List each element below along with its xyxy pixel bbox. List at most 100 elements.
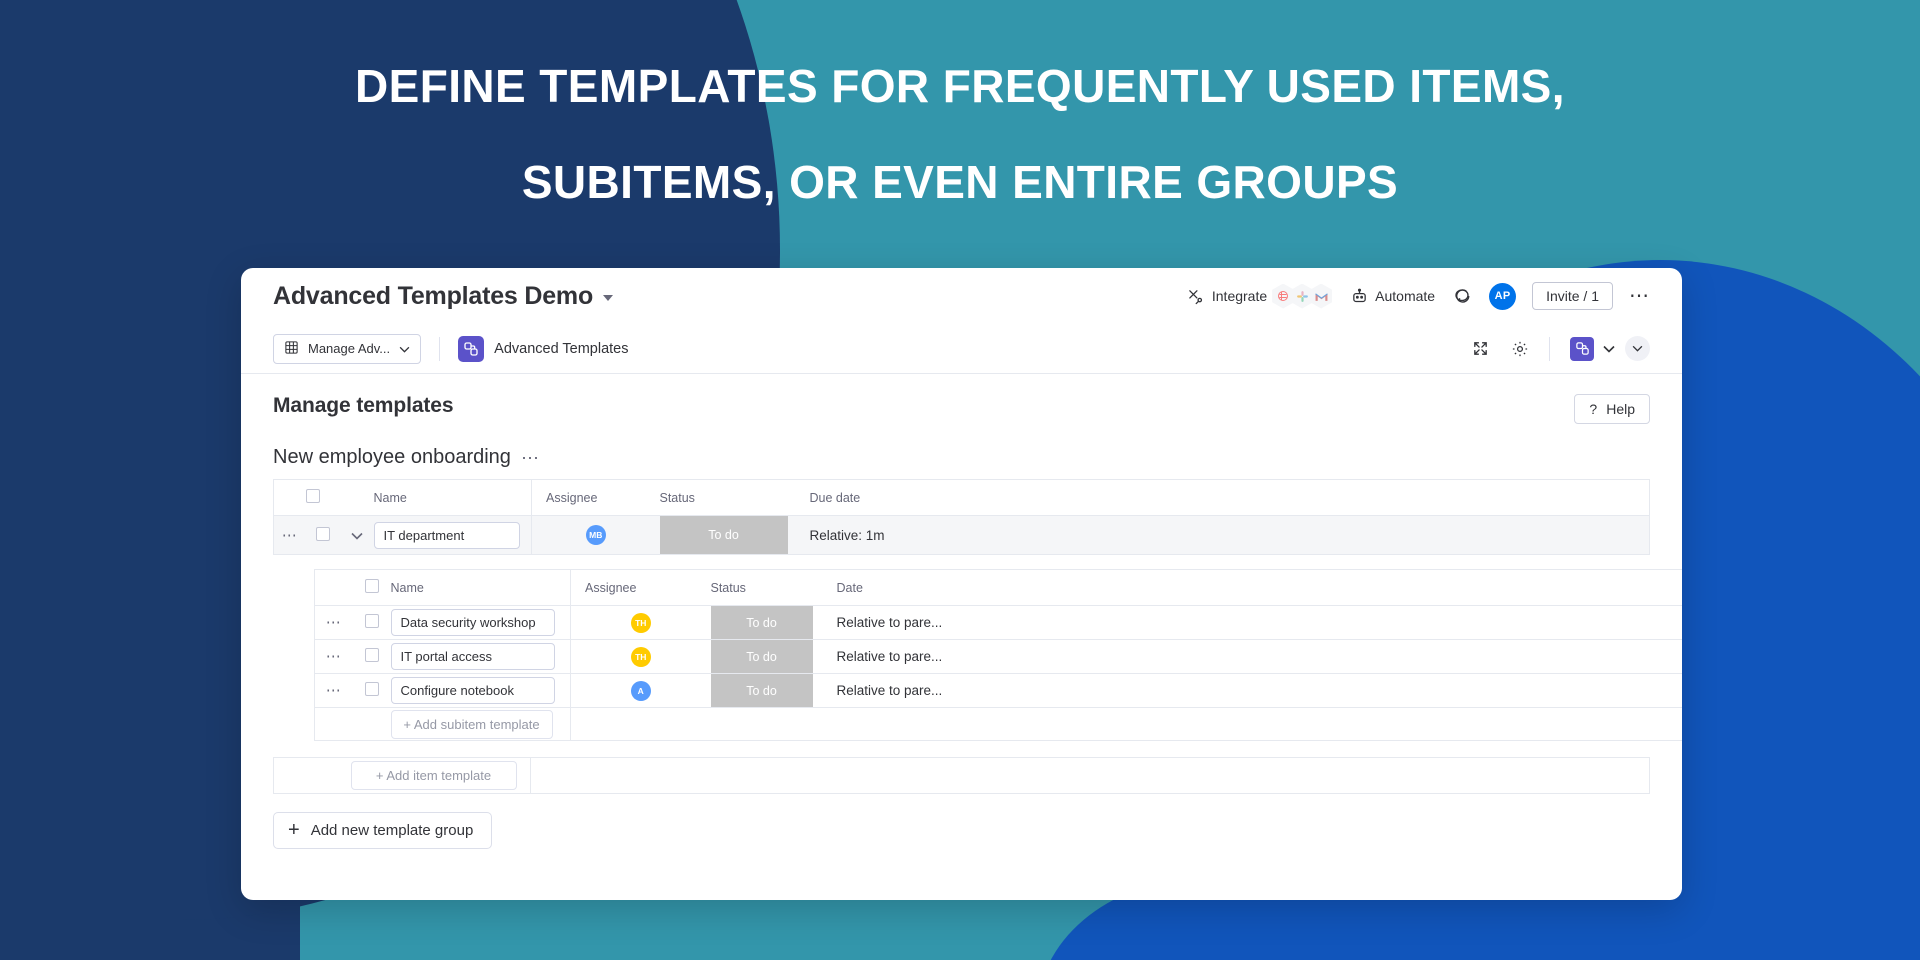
select-all-header[interactable] bbox=[305, 479, 340, 516]
row-checkbox-cell[interactable] bbox=[352, 639, 391, 674]
board-badge-icon[interactable] bbox=[1570, 336, 1594, 361]
view-toolbar: Manage Adv... Advanced Templates bbox=[241, 324, 1682, 374]
add-subitem-row: + Add subitem template bbox=[314, 707, 1682, 741]
row-menu-button[interactable]: ⋯ bbox=[314, 673, 353, 708]
sub-select-all-header[interactable] bbox=[352, 569, 391, 606]
row-menu-button[interactable]: ⋯ bbox=[273, 515, 306, 555]
more-horizontal-icon[interactable]: ⋯ bbox=[521, 449, 540, 467]
gmail-hex-icon[interactable] bbox=[1310, 283, 1333, 309]
subitem-status-cell[interactable]: To do bbox=[710, 673, 813, 708]
tab-advanced-templates[interactable]: Advanced Templates bbox=[458, 335, 629, 362]
table-row[interactable]: ⋯ Data security workshop TH To do Relative t… bbox=[314, 605, 1682, 640]
row-menu-button[interactable]: ⋯ bbox=[314, 639, 353, 674]
table-row[interactable]: ⋯ Configure notebook A To do Relative to par… bbox=[314, 673, 1682, 708]
item-assignee-cell[interactable]: MB bbox=[531, 515, 660, 555]
robot-icon bbox=[1350, 287, 1368, 305]
integration-icons[interactable] bbox=[1272, 283, 1333, 309]
add-item-rest-cell bbox=[530, 757, 1650, 794]
integrate-label: Integrate bbox=[1211, 288, 1268, 304]
item-status-cell[interactable]: To do bbox=[659, 515, 788, 555]
subitem-status-cell[interactable]: To do bbox=[710, 605, 813, 640]
row-checkbox-cell[interactable] bbox=[352, 605, 391, 640]
subitem-status-cell[interactable]: To do bbox=[710, 639, 813, 674]
sub-col-name: Name bbox=[390, 569, 571, 606]
subitem-name-input[interactable]: Data security workshop bbox=[390, 609, 555, 636]
chevron-down-icon[interactable] bbox=[1603, 340, 1615, 358]
more-horizontal-icon[interactable]: ⋯ bbox=[1629, 286, 1650, 306]
automate-button[interactable]: Automate bbox=[1350, 287, 1435, 305]
select-all-checkbox[interactable] bbox=[305, 489, 320, 503]
row-expand-button[interactable] bbox=[339, 515, 374, 555]
avatar-initials: AP bbox=[1494, 290, 1511, 302]
add-item-row: + Add item template bbox=[273, 757, 1650, 794]
sub-col-status: Status bbox=[710, 569, 813, 606]
sub-foot-check bbox=[352, 707, 391, 741]
subitem-date-cell[interactable]: Relative to pare... bbox=[812, 605, 1682, 640]
item-name-input[interactable]: IT department bbox=[373, 521, 520, 549]
board-title[interactable]: Advanced Templates Demo bbox=[273, 282, 614, 311]
integrate-button[interactable]: Integrate bbox=[1187, 287, 1267, 305]
sub-select-all-checkbox[interactable] bbox=[364, 579, 379, 593]
table-row[interactable]: ⋯ IT portal access TH To do Relative to pare… bbox=[314, 639, 1682, 674]
avatar[interactable]: A bbox=[630, 680, 651, 701]
view-select[interactable]: Manage Adv... bbox=[273, 333, 422, 364]
row-handle-header bbox=[273, 479, 306, 516]
status-badge: To do bbox=[710, 606, 813, 639]
row-checkbox-cell[interactable] bbox=[305, 515, 340, 555]
round-chevron-down-icon[interactable] bbox=[1625, 336, 1650, 361]
subitem-assignee-cell[interactable]: TH bbox=[570, 605, 711, 640]
row-checkbox-cell[interactable] bbox=[352, 673, 391, 708]
subitem-date-cell[interactable]: Relative to pare... bbox=[812, 673, 1682, 708]
avatar[interactable]: TH bbox=[630, 646, 651, 667]
item-name-cell[interactable]: IT department bbox=[373, 515, 532, 555]
view-select-label: Manage Adv... bbox=[308, 341, 391, 356]
row-checkbox[interactable] bbox=[364, 682, 379, 696]
status-badge: To do bbox=[710, 674, 813, 707]
question-mark-icon: ? bbox=[1589, 401, 1598, 417]
avatar[interactable]: TH bbox=[630, 612, 651, 633]
table-header-row: Name Assignee Status Due date bbox=[273, 479, 1650, 516]
subitem-name-input[interactable]: Configure notebook bbox=[390, 677, 555, 704]
table-row[interactable]: ⋯ IT department MB To do Relative: 1m bbox=[273, 515, 1650, 555]
row-menu-button[interactable]: ⋯ bbox=[314, 605, 353, 640]
invite-button[interactable]: Invite / 1 bbox=[1532, 282, 1613, 310]
help-button[interactable]: ? Help bbox=[1574, 394, 1650, 424]
subitem-name-cell[interactable]: IT portal access bbox=[390, 639, 571, 674]
template-group-header: New employee onboarding ⋯ bbox=[273, 446, 1650, 469]
add-item-template-button[interactable]: + Add item template bbox=[350, 761, 517, 790]
add-new-template-group-button[interactable]: + Add new template group bbox=[273, 812, 493, 849]
user-avatar[interactable]: AP bbox=[1489, 282, 1517, 310]
subitem-date-cell[interactable]: Relative to pare... bbox=[812, 639, 1682, 674]
fullscreen-icon[interactable] bbox=[1472, 340, 1489, 357]
plus-icon: + bbox=[288, 819, 300, 841]
chevron-down-icon[interactable] bbox=[603, 294, 614, 301]
subitem-assignee-cell[interactable]: TH bbox=[570, 639, 711, 674]
row-checkbox[interactable] bbox=[364, 648, 379, 662]
integrate-icon bbox=[1187, 287, 1205, 305]
col-status: Status bbox=[659, 479, 788, 516]
template-group-title[interactable]: New employee onboarding bbox=[273, 446, 511, 469]
add-item-row-table: + Add item template bbox=[273, 757, 1650, 794]
inbox-button[interactable] bbox=[1453, 287, 1471, 305]
col-due-date: Due date bbox=[787, 479, 1650, 516]
avatar[interactable]: MB bbox=[585, 525, 606, 545]
row-checkbox[interactable] bbox=[364, 614, 379, 628]
col-assignee: Assignee bbox=[531, 479, 660, 516]
help-label: Help bbox=[1606, 401, 1635, 417]
add-subitem-template-button[interactable]: + Add subitem template bbox=[390, 709, 553, 739]
row-checkbox[interactable] bbox=[315, 526, 330, 541]
slack-hex-icon[interactable] bbox=[1291, 283, 1314, 309]
expand-header bbox=[339, 479, 374, 516]
add-subitem-cell[interactable]: + Add subitem template bbox=[390, 707, 571, 741]
monday-hex-icon[interactable] bbox=[1272, 283, 1295, 309]
app-tab-label: Advanced Templates bbox=[494, 340, 629, 357]
add-item-cell[interactable]: + Add item template bbox=[350, 757, 531, 794]
subitem-name-input[interactable]: IT portal access bbox=[390, 643, 555, 670]
subitem-name-cell[interactable]: Configure notebook bbox=[390, 673, 571, 708]
gear-icon[interactable] bbox=[1511, 340, 1529, 358]
item-date-cell[interactable]: Relative: 1m bbox=[787, 515, 1650, 555]
subitem-name-cell[interactable]: Data security workshop bbox=[390, 605, 571, 640]
subitem-assignee-cell[interactable]: A bbox=[570, 673, 711, 708]
col-name: Name bbox=[373, 479, 532, 516]
promo-banner: DEFINE TEMPLATES FOR FREQUENTLY USED ITE… bbox=[0, 0, 1920, 960]
